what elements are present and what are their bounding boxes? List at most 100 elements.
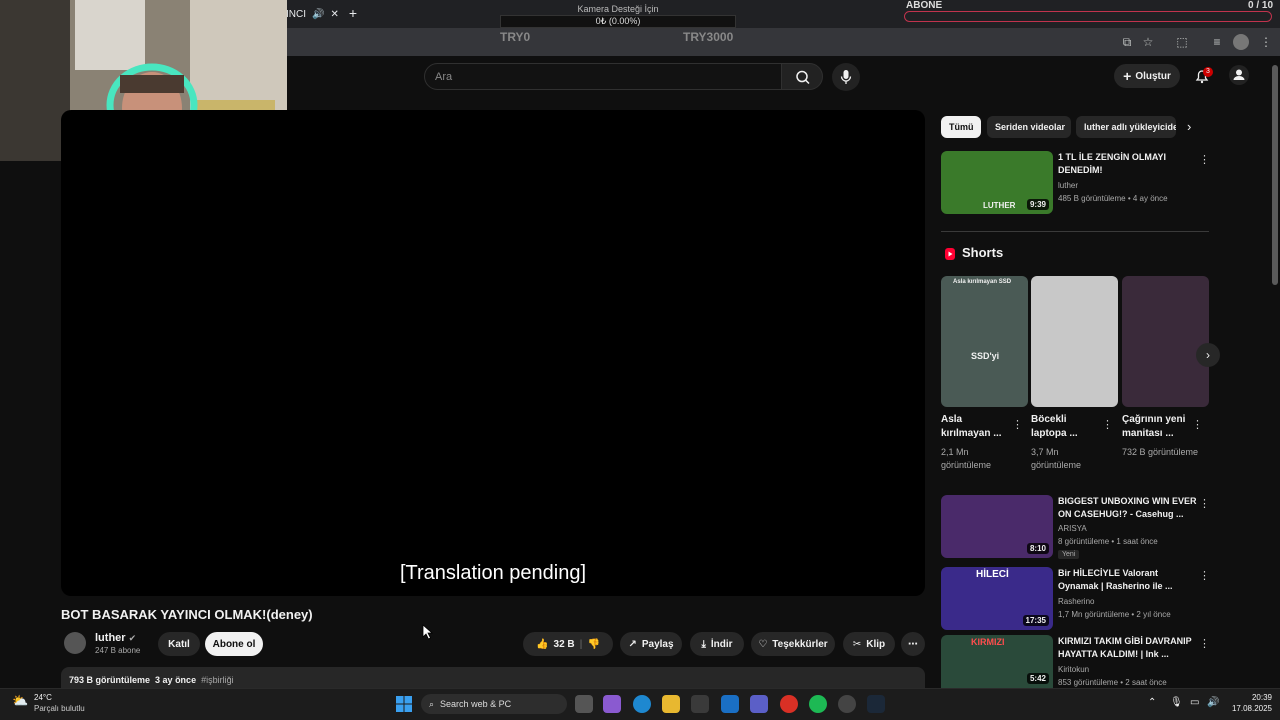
video-duration: 8:10 bbox=[1026, 543, 1049, 554]
tab-audio-icon[interactable]: 🔊 bbox=[312, 9, 324, 20]
short-thumbnail[interactable] bbox=[1031, 276, 1118, 407]
short-menu-icon[interactable]: ⋮ bbox=[1012, 418, 1023, 431]
subscribe-goal-label: ABONE bbox=[906, 0, 943, 11]
teams-icon[interactable] bbox=[750, 695, 768, 713]
rec-thumbnail[interactable]: KIRMIZI 5:42 bbox=[941, 635, 1053, 688]
dislike-icon[interactable]: 👎 bbox=[587, 639, 599, 650]
weather-description[interactable]: Parçalı bulutlu bbox=[34, 704, 85, 713]
short-views: 732 B görüntüleme bbox=[1122, 447, 1199, 457]
voice-search-button[interactable] bbox=[832, 63, 860, 91]
like-dislike-group[interactable]: 👍 32 B | 👎 bbox=[523, 632, 613, 656]
short-menu-icon[interactable]: ⋮ bbox=[1192, 418, 1203, 431]
create-label: Oluştur bbox=[1135, 70, 1171, 82]
short-title[interactable]: Böcekli laptopa ... bbox=[1031, 413, 1101, 441]
download-button[interactable]: ⤓ İndir bbox=[690, 632, 744, 656]
channel-name-text[interactable]: luther bbox=[95, 632, 126, 644]
rec-title[interactable]: KIRMIZI TAKIM GİBİ DAVRANIP HAYATTA KALD… bbox=[1058, 635, 1198, 661]
thanks-button[interactable]: ♡ Teşekkürler bbox=[751, 632, 835, 656]
rec-menu-icon[interactable]: ⋮ bbox=[1199, 153, 1210, 166]
rec-channel[interactable]: Kiritokun bbox=[1058, 665, 1089, 674]
hashtag-link[interactable]: #işbirliği bbox=[201, 675, 234, 685]
chip-series[interactable]: Seriden videolar bbox=[987, 116, 1071, 138]
chrome-menu-icon[interactable]: ⋮ bbox=[1258, 34, 1274, 50]
video-subtitle: [Translation pending] bbox=[399, 562, 587, 584]
rec-thumbnail[interactable]: LUTHER 9:39 bbox=[941, 151, 1053, 214]
rec-menu-icon[interactable]: ⋮ bbox=[1199, 569, 1210, 582]
install-app-icon[interactable]: ⧉ bbox=[1119, 34, 1135, 50]
channel-name[interactable]: luther ✔ bbox=[95, 632, 136, 644]
copilot-icon[interactable] bbox=[603, 695, 621, 713]
steam-icon[interactable] bbox=[867, 695, 885, 713]
microphone-icon[interactable]: 🎙 bbox=[1170, 697, 1183, 708]
rec-meta: 485 B görüntüleme • 4 ay önce bbox=[1058, 194, 1168, 203]
clock-date[interactable]: 17.08.2025 bbox=[1226, 704, 1272, 713]
chips-next-icon[interactable]: › bbox=[1187, 119, 1191, 134]
create-button[interactable]: + Oluştur bbox=[1114, 64, 1180, 88]
shorts-next-button[interactable]: › bbox=[1196, 343, 1220, 367]
short-views: 2,1 Mn görüntüleme bbox=[941, 447, 992, 470]
scrollbar-thumb[interactable] bbox=[1272, 65, 1278, 285]
clock-time[interactable]: 20:39 bbox=[1248, 693, 1272, 702]
outlook-icon[interactable] bbox=[721, 695, 739, 713]
volume-icon[interactable]: 🔊 bbox=[1207, 697, 1219, 708]
share-button[interactable]: ↗ Paylaş bbox=[620, 632, 682, 656]
like-icon[interactable]: 👍 bbox=[536, 639, 548, 650]
rec-channel[interactable]: Rasherino bbox=[1058, 597, 1094, 606]
search-input[interactable]: Ara bbox=[424, 63, 782, 90]
extensions-icon[interactable]: ⬚ bbox=[1174, 34, 1190, 50]
tab-close-icon[interactable]: ✕ bbox=[330, 9, 338, 20]
short-title[interactable]: Asla kırılmayan ... bbox=[941, 413, 1011, 441]
display-icon[interactable]: ▭ bbox=[1190, 697, 1199, 708]
subscribe-goal-count: 0 / 10 bbox=[1248, 0, 1274, 11]
short-top-caption: Asla kırılmayan SSD bbox=[953, 279, 1012, 285]
rec-title[interactable]: 1 TL İLE ZENGİN OLMAYI DENEDİM! bbox=[1058, 151, 1198, 177]
rec-thumbnail[interactable]: 8:10 bbox=[941, 495, 1053, 558]
chip-uploader[interactable]: luther adlı yükleyiciden bbox=[1076, 116, 1176, 138]
subscribe-button[interactable]: Abone ol bbox=[205, 632, 263, 656]
app-icon[interactable] bbox=[838, 695, 856, 713]
view-count: 793 B görüntüleme bbox=[69, 675, 151, 685]
clip-button[interactable]: ✂ Klip bbox=[843, 632, 895, 656]
search-button[interactable] bbox=[781, 63, 823, 90]
more-actions-button[interactable]: ⋯ bbox=[901, 632, 925, 656]
rec-channel[interactable]: ARISYA bbox=[1058, 524, 1087, 533]
account-avatar[interactable] bbox=[1229, 65, 1249, 85]
video-player[interactable] bbox=[61, 110, 925, 596]
new-tab-button[interactable]: + bbox=[345, 5, 361, 21]
file-explorer-icon[interactable] bbox=[662, 695, 680, 713]
store-icon[interactable] bbox=[691, 695, 709, 713]
channel-avatar[interactable] bbox=[64, 632, 86, 654]
join-button[interactable]: Katıl bbox=[158, 632, 200, 656]
weather-temperature[interactable]: 24°C bbox=[34, 693, 52, 702]
thumb-caption: LUTHER bbox=[983, 201, 1016, 210]
taskbar-search[interactable]: ⌕ Search web & PC bbox=[421, 694, 567, 714]
weather-icon[interactable]: ⛅ bbox=[12, 693, 28, 709]
rec-menu-icon[interactable]: ⋮ bbox=[1199, 497, 1210, 510]
short-title[interactable]: Çağrının yeni manitası ... bbox=[1122, 413, 1192, 441]
tab-search-icon[interactable]: ≡ bbox=[1209, 34, 1225, 50]
bookmark-star-icon[interactable]: ☆ bbox=[1140, 34, 1156, 50]
rec-title[interactable]: Bir HİLECİYLE Valorant Oynamak | Rasheri… bbox=[1058, 567, 1198, 593]
windows-start-icon[interactable] bbox=[396, 696, 412, 712]
spotify-icon[interactable] bbox=[809, 695, 827, 713]
show-hidden-icons[interactable]: ⌃ bbox=[1148, 697, 1156, 708]
chrome-icon[interactable] bbox=[780, 695, 798, 713]
download-icon: ⤓ bbox=[701, 638, 706, 650]
divider bbox=[941, 231, 1209, 232]
profile-avatar[interactable] bbox=[1233, 34, 1249, 50]
short-menu-icon[interactable]: ⋮ bbox=[1102, 418, 1113, 431]
edge-icon[interactable] bbox=[633, 695, 651, 713]
short-thumbnail[interactable]: Asla kırılmayan SSD SSD'yi bbox=[941, 276, 1028, 407]
short-thumbnail[interactable] bbox=[1122, 276, 1209, 407]
mouse-cursor-icon bbox=[422, 624, 434, 640]
rec-channel[interactable]: luther bbox=[1058, 181, 1078, 190]
rec-menu-icon[interactable]: ⋮ bbox=[1199, 637, 1210, 650]
notification-count-badge: 3 bbox=[1203, 67, 1213, 77]
browser-tab-active[interactable]: INCI 🔊 ✕ bbox=[286, 2, 339, 26]
chip-all[interactable]: Tümü bbox=[941, 116, 981, 138]
rec-title[interactable]: BIGGEST UNBOXING WIN EVER ON CASEHUG!? -… bbox=[1058, 495, 1198, 521]
description-stats: 793 B görüntüleme 3 ay önce #işbirliği bbox=[69, 675, 234, 685]
rec-thumbnail[interactable]: HİLECİ 17:35 bbox=[941, 567, 1053, 630]
task-view-icon[interactable] bbox=[575, 695, 593, 713]
donation-max-label: TRY3000 bbox=[683, 30, 734, 44]
